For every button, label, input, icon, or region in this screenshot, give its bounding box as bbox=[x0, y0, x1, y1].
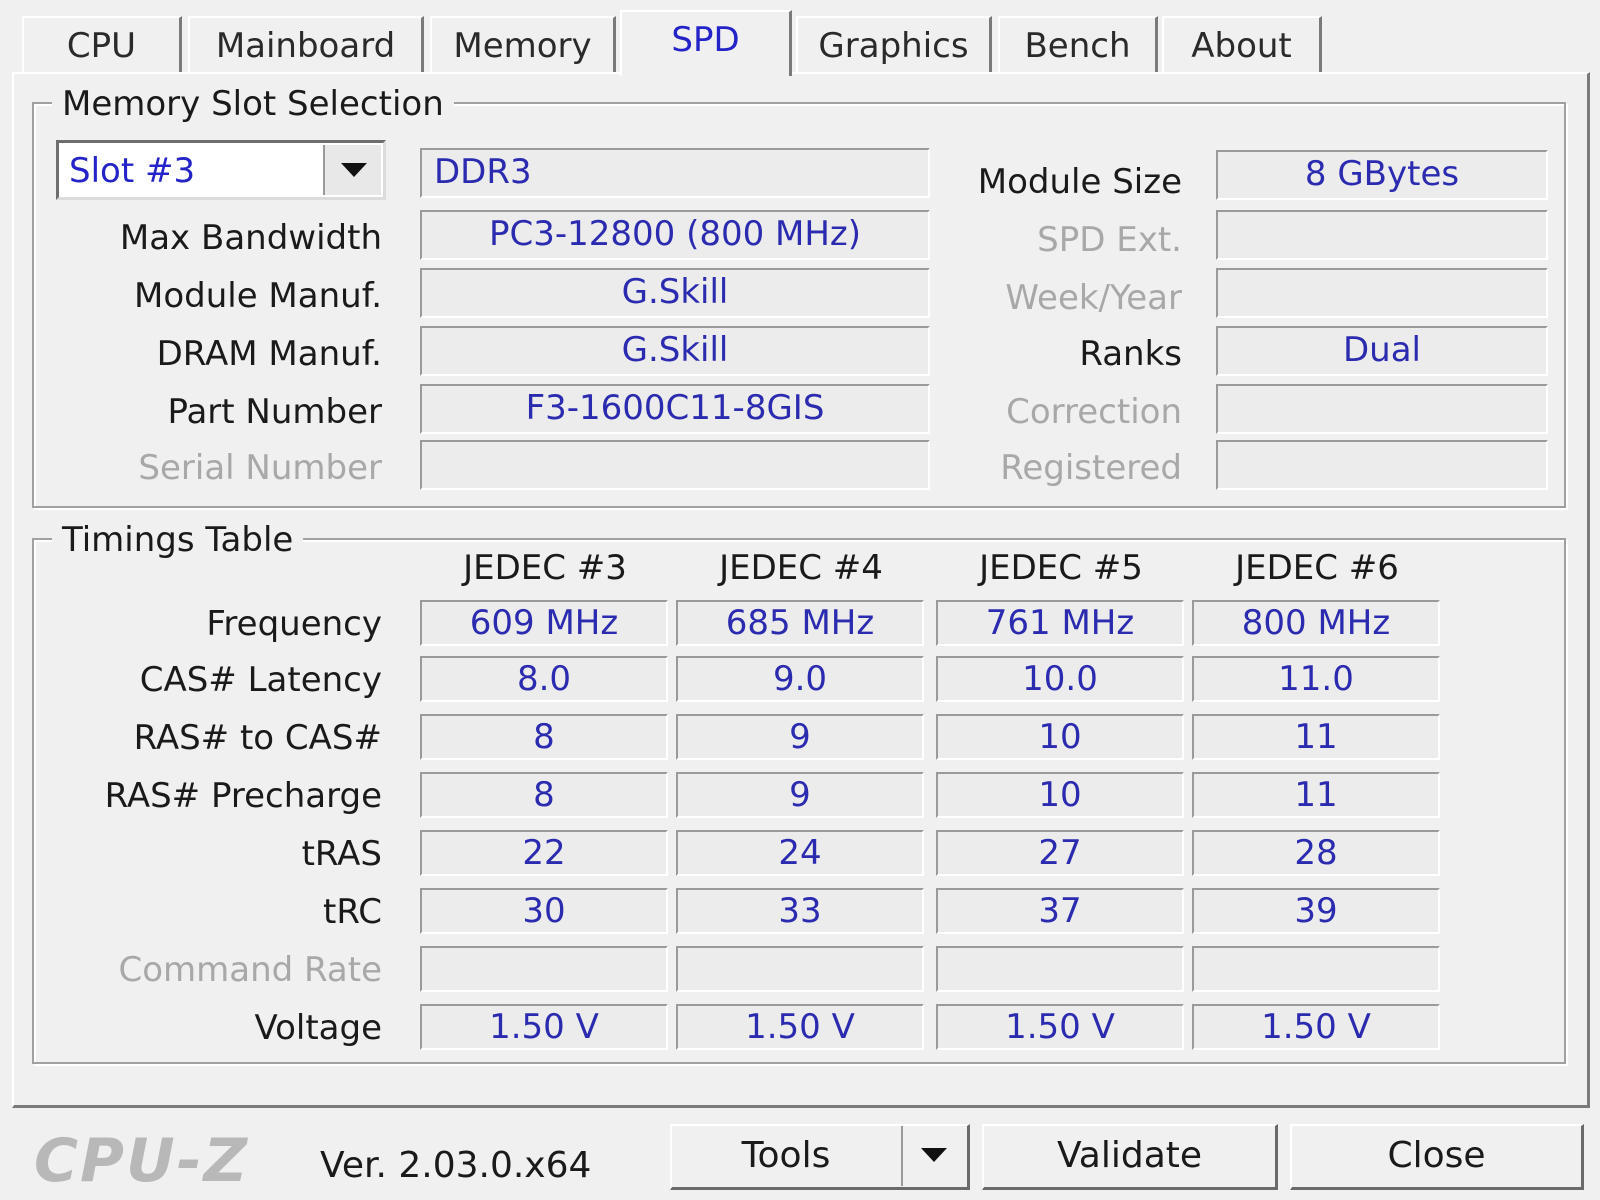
module-size-label: Module Size bbox=[977, 162, 1182, 202]
timing-row-label: Voltage bbox=[254, 1008, 382, 1048]
module-size-value: 8 GBytes bbox=[1216, 150, 1548, 200]
timings-table-title: Timings Table bbox=[52, 520, 304, 560]
spd-ext-label: SPD Ext. bbox=[1037, 220, 1182, 260]
timing-row-label: Command Rate bbox=[118, 950, 382, 990]
timing-cell: 10.0 bbox=[936, 656, 1184, 702]
timing-cell: 1.50 V bbox=[936, 1004, 1184, 1050]
timing-cell: 37 bbox=[936, 888, 1184, 934]
timing-cell: 1.50 V bbox=[676, 1004, 924, 1050]
timing-cell: 800 MHz bbox=[1192, 600, 1440, 646]
timing-cell: 1.50 V bbox=[420, 1004, 668, 1050]
memory-type-field: DDR3 bbox=[420, 148, 930, 198]
serial-number-value bbox=[420, 440, 930, 490]
timing-column-header: JEDEC #4 bbox=[719, 548, 883, 588]
timing-cell: 9 bbox=[676, 714, 924, 760]
tools-button-label: Tools bbox=[741, 1135, 831, 1176]
tab-graphics[interactable]: Graphics bbox=[796, 16, 992, 72]
dram-manuf-value: G.Skill bbox=[420, 326, 930, 376]
timing-cell: 22 bbox=[420, 830, 668, 876]
timing-cell: 8 bbox=[420, 772, 668, 818]
memory-slot-selection-title: Memory Slot Selection bbox=[52, 84, 454, 124]
timing-cell: 33 bbox=[676, 888, 924, 934]
timing-cell bbox=[1192, 946, 1440, 992]
timing-row-label: tRC bbox=[322, 892, 382, 932]
timing-cell: 39 bbox=[1192, 888, 1440, 934]
timing-cell: 609 MHz bbox=[420, 600, 668, 646]
correction-value bbox=[1216, 384, 1548, 434]
timing-row-label: RAS# to CAS# bbox=[133, 718, 382, 758]
tools-button[interactable]: Tools bbox=[670, 1124, 970, 1190]
timing-cell: 685 MHz bbox=[676, 600, 924, 646]
timing-cell: 24 bbox=[676, 830, 924, 876]
timing-cell: 11 bbox=[1192, 772, 1440, 818]
close-button[interactable]: Close bbox=[1290, 1124, 1584, 1190]
dram-manuf-label: DRAM Manuf. bbox=[156, 334, 382, 374]
part-number-label: Part Number bbox=[167, 392, 382, 432]
tab-cpu[interactable]: CPU bbox=[22, 16, 182, 72]
version-label: Ver. 2.03.0.x64 bbox=[320, 1145, 592, 1186]
week-year-label: Week/Year bbox=[1005, 278, 1182, 318]
timing-cell: 28 bbox=[1192, 830, 1440, 876]
slot-select[interactable]: Slot #3 bbox=[56, 140, 386, 200]
timing-cell: 27 bbox=[936, 830, 1184, 876]
timing-cell: 11 bbox=[1192, 714, 1440, 760]
timing-column-header: JEDEC #3 bbox=[463, 548, 627, 588]
cpu-z-logo: CPU-Z bbox=[34, 1126, 250, 1196]
tab-mainboard[interactable]: Mainboard bbox=[188, 16, 424, 72]
timing-row-label: Frequency bbox=[206, 604, 382, 644]
max-bandwidth-label: Max Bandwidth bbox=[119, 218, 382, 258]
timing-cell bbox=[676, 946, 924, 992]
timing-cell: 1.50 V bbox=[1192, 1004, 1440, 1050]
validate-button[interactable]: Validate bbox=[982, 1124, 1278, 1190]
timing-cell: 30 bbox=[420, 888, 668, 934]
ranks-label: Ranks bbox=[1079, 334, 1182, 374]
timing-cell: 9 bbox=[676, 772, 924, 818]
slot-select-dropdown-button[interactable] bbox=[323, 145, 381, 195]
registered-label: Registered bbox=[1000, 448, 1182, 488]
timing-cell bbox=[936, 946, 1184, 992]
timing-cell: 8 bbox=[420, 714, 668, 760]
tab-about[interactable]: About bbox=[1162, 16, 1322, 72]
timing-column-header: JEDEC #6 bbox=[1235, 548, 1399, 588]
timing-row-label: RAS# Precharge bbox=[104, 776, 382, 816]
timing-cell: 9.0 bbox=[676, 656, 924, 702]
week-year-value bbox=[1216, 268, 1548, 318]
timing-cell: 8.0 bbox=[420, 656, 668, 702]
tab-spd[interactable]: SPD bbox=[620, 10, 792, 76]
timing-row-label: CAS# Latency bbox=[139, 660, 382, 700]
chevron-down-icon bbox=[921, 1148, 947, 1162]
timing-cell bbox=[420, 946, 668, 992]
part-number-value: F3-1600C11-8GIS bbox=[420, 384, 930, 434]
timing-column-header: JEDEC #5 bbox=[979, 548, 1143, 588]
registered-value bbox=[1216, 440, 1548, 490]
timing-cell: 10 bbox=[936, 772, 1184, 818]
module-manuf-label: Module Manuf. bbox=[133, 276, 382, 316]
timing-cell: 10 bbox=[936, 714, 1184, 760]
slot-select-value: Slot #3 bbox=[69, 151, 196, 191]
max-bandwidth-value: PC3-12800 (800 MHz) bbox=[420, 210, 930, 260]
ranks-value: Dual bbox=[1216, 326, 1548, 376]
correction-label: Correction bbox=[1006, 392, 1182, 432]
timing-row-label: tRAS bbox=[301, 834, 382, 874]
timing-cell: 761 MHz bbox=[936, 600, 1184, 646]
tools-dropdown-button[interactable] bbox=[901, 1126, 967, 1186]
spd-ext-value bbox=[1216, 210, 1548, 260]
tab-memory[interactable]: Memory bbox=[430, 16, 616, 72]
timing-cell: 11.0 bbox=[1192, 656, 1440, 702]
serial-number-label: Serial Number bbox=[138, 448, 382, 488]
tab-bench[interactable]: Bench bbox=[998, 16, 1158, 72]
chevron-down-icon bbox=[341, 163, 367, 177]
module-manuf-value: G.Skill bbox=[420, 268, 930, 318]
